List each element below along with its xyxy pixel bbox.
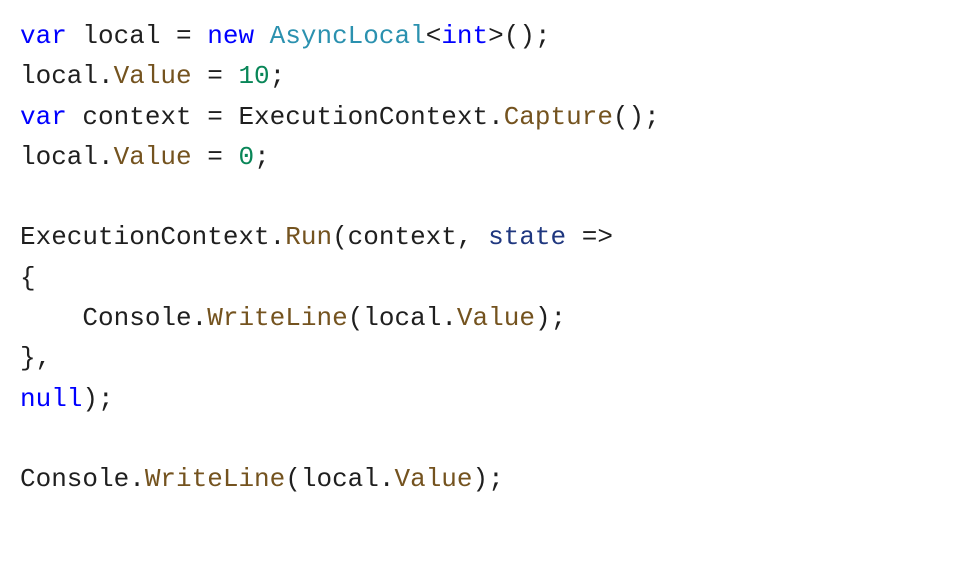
param-state: state (488, 222, 566, 252)
code-block: var local = new AsyncLocal<int>(); local… (0, 0, 972, 516)
keyword-null: null (20, 384, 82, 414)
code-line-10: null); (20, 384, 114, 414)
keyword-int: int (441, 21, 488, 51)
keyword-var: var (20, 21, 67, 51)
method-capture: Capture (504, 102, 613, 132)
class-executioncontext: ExecutionContext (238, 102, 488, 132)
number-10: 10 (238, 61, 269, 91)
identifier-context: context (82, 102, 191, 132)
code-line-8: Console.WriteLine(local.Value); (20, 303, 566, 333)
method-run: Run (285, 222, 332, 252)
code-line-4: local.Value = 0; (20, 142, 270, 172)
identifier-local: local (82, 21, 160, 51)
code-line-12: Console.WriteLine(local.Value); (20, 464, 504, 494)
type-asynclocal: AsyncLocal (270, 21, 426, 51)
method-writeline: WriteLine (207, 303, 347, 333)
code-line-6: ExecutionContext.Run(context, state => (20, 222, 613, 252)
member-value: Value (114, 61, 192, 91)
class-console: Console (82, 303, 191, 333)
keyword-new: new (207, 21, 254, 51)
code-line-9: }, (20, 343, 51, 373)
code-line-2: local.Value = 10; (20, 61, 285, 91)
code-line-3: var context = ExecutionContext.Capture()… (20, 102, 660, 132)
code-line-1: var local = new AsyncLocal<int>(); (20, 21, 551, 51)
number-0: 0 (238, 142, 254, 172)
code-line-7: { (20, 263, 36, 293)
